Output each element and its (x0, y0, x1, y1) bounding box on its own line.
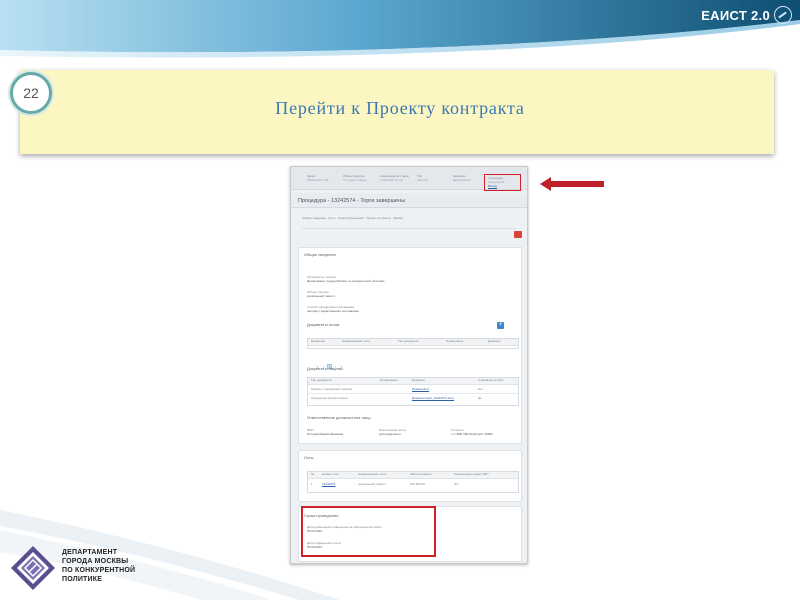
procedure-title: Процедура - 13242574 - Торги завершены (298, 198, 406, 204)
header-col-order: Заказ 0000/1234-5-00 (307, 174, 329, 182)
tab-general[interactable]: Общие сведения (302, 216, 326, 220)
responsible-title: Ответственное должностное лицо (307, 415, 371, 420)
field-organizer: Организатор закупки Департамент города М… (307, 275, 385, 283)
brand-logo-icon (774, 6, 792, 24)
lot-docs-title: Документы лотов (307, 322, 340, 327)
header-col-type: Тип Закупка (417, 174, 428, 182)
purchase-docs-table: Тип документа Примечание Документ Отправ… (307, 377, 519, 406)
general-title: Общие сведения (304, 252, 336, 257)
field-method: Способ определения поставщика закупка у … (307, 305, 359, 313)
field-email: Электронная почта petrova@mail.ru (379, 428, 406, 436)
divider (302, 228, 516, 229)
doc-link[interactable]: Приказ.docx (412, 388, 429, 391)
department-name: ДЕПАРТАМЕНТ ГОРОДА МОСКВЫ ПО КОНКУРЕНТНО… (62, 549, 136, 583)
field-phone: Телефон +7 (495) 000-00-00 доб. 00000 (451, 428, 493, 436)
table-row: Конкурсная документация (311, 396, 348, 400)
lots-title: Лоты (304, 455, 314, 460)
user-highlight-box (484, 174, 521, 191)
doc-link[interactable]: Документация_13242574.docx (412, 397, 454, 400)
tab-applications[interactable]: Заявки (393, 216, 403, 220)
header-col-customer: Заказчик Департамент (453, 174, 472, 182)
tab-dates[interactable]: Сроки проведения (338, 216, 364, 220)
close-button[interactable] (514, 231, 522, 238)
brand-label: ЕАИСТ 2.0 (701, 8, 770, 23)
section-tabs: Общие сведения Лоты Сроки проведения Про… (302, 217, 403, 220)
table-row: 1 (311, 482, 313, 486)
lot-docs-table: Вложение Наименование лота Тип документа… (307, 338, 519, 349)
tab-contract-project[interactable]: Проект контракта (366, 216, 390, 220)
field-object: Объект закупки уникальный товар 1 (307, 290, 335, 298)
header-col-object: Объект закупки Поставка товара (343, 174, 367, 182)
slide-title: Перейти к Проекту контракта (275, 98, 525, 118)
pagination: «‹ 1 ›» (315, 355, 345, 369)
purchase-docs-title: Документы закупки (307, 366, 343, 371)
lots-table: № Номер лота Наименование лота НМЦ контр… (307, 471, 519, 493)
tab-lots[interactable]: Лоты (328, 216, 335, 220)
top-banner: ЕАИСТ 2.0 (0, 0, 800, 58)
pointer-arrow-icon (540, 177, 604, 191)
banner-swoosh (0, 0, 800, 58)
field-fio: ФИО Петрова Мария Ивановна (307, 428, 344, 436)
add-document-button[interactable]: + (497, 322, 504, 329)
lot-link[interactable]: 13242575 (322, 483, 335, 486)
table-row: Приказ о проведении закупки (311, 387, 353, 391)
department-logo-icon (11, 546, 55, 590)
header-col-price: Начальная (м.) цена 1 000 000,00 руб. (380, 174, 409, 182)
